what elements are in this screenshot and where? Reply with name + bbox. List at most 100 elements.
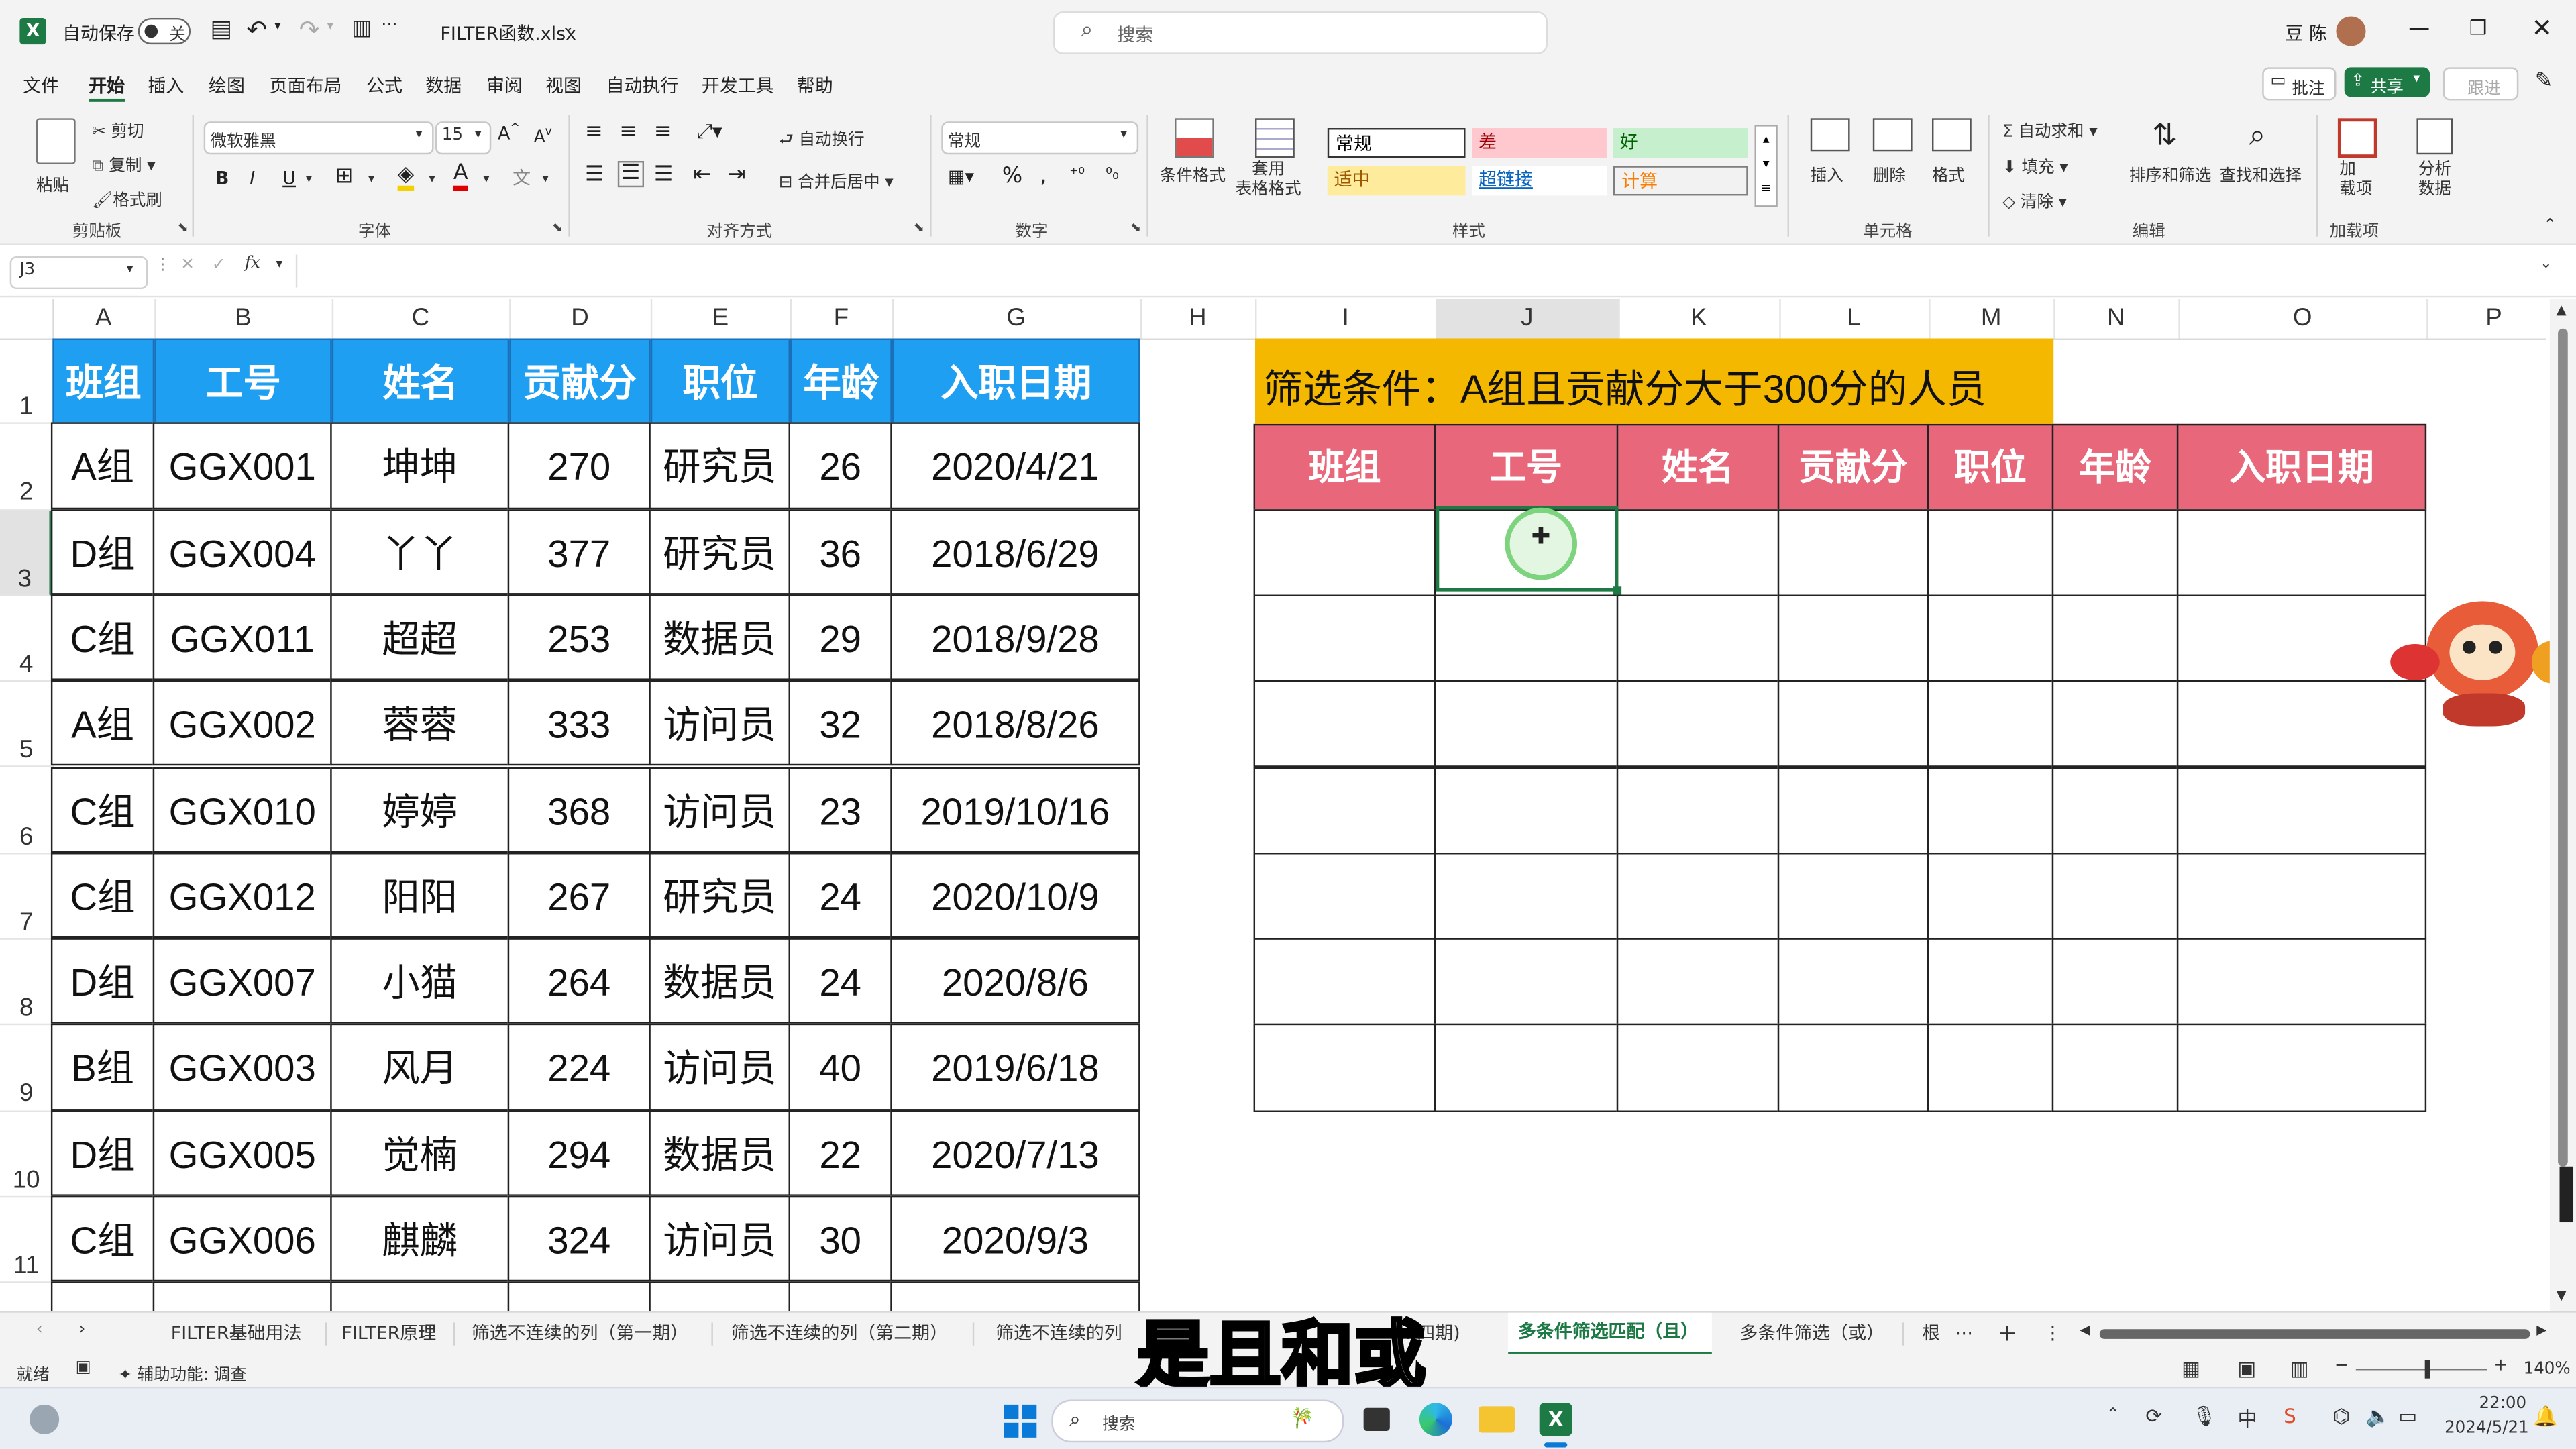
row-header-11[interactable]: 11 xyxy=(0,1197,53,1284)
menu-home[interactable]: 开始 xyxy=(89,72,125,99)
row-header-1[interactable]: 1 xyxy=(0,338,53,425)
addins-button[interactable]: 加 载项 xyxy=(2330,118,2382,210)
style-hyperlink[interactable]: 超链接 xyxy=(1472,166,1607,196)
currency-icon[interactable]: ▦▾ xyxy=(948,166,974,187)
merge-center-button[interactable]: ⊟ 合并后居中 ▾ xyxy=(779,168,894,193)
sort-filter-button[interactable]: ⇅ 排序和筛选 xyxy=(2129,118,2214,210)
scroll-down-icon[interactable]: ▼ xyxy=(2557,1288,2567,1303)
close-icon[interactable]: ✕ xyxy=(2532,13,2553,43)
fill-color-icon[interactable]: ◈ xyxy=(397,164,415,191)
page-layout-view-icon[interactable]: ▣ xyxy=(2238,1357,2257,1380)
phonetic-dropdown-icon[interactable]: ▾ xyxy=(542,171,549,186)
style-normal[interactable]: 常规 xyxy=(1327,128,1466,158)
start-windows-icon[interactable] xyxy=(1004,1404,1037,1438)
font-color-dropdown-icon[interactable]: ▾ xyxy=(483,171,490,186)
format-painter-button[interactable]: 🖌格式刷 xyxy=(92,186,162,211)
comments-button[interactable]: ▭ 批注 xyxy=(2262,67,2337,101)
autosum-button[interactable]: Σ 自动求和 ▾ xyxy=(2002,117,2097,142)
right-table-cell[interactable] xyxy=(2176,938,2427,1026)
filename-dropdown-icon[interactable]: ⌄ xyxy=(562,19,574,36)
number-launcher-icon[interactable]: ⬊ xyxy=(1130,220,1141,235)
right-table-cell[interactable] xyxy=(2176,594,2427,682)
right-table-cell[interactable] xyxy=(1777,680,1929,768)
row-header-8[interactable]: 8 xyxy=(0,940,53,1026)
right-table-cell[interactable] xyxy=(1253,852,1436,941)
right-table-cell[interactable] xyxy=(1616,508,1780,596)
vertical-scroll-thumb[interactable] xyxy=(2558,328,2568,1167)
bold-icon[interactable]: B xyxy=(215,168,229,189)
more-qat-icon[interactable]: ⋯ xyxy=(381,16,397,34)
menu-file[interactable]: 文件 xyxy=(23,72,59,99)
conditional-format-button[interactable]: 条件格式 xyxy=(1157,118,1229,210)
font-name-select[interactable]: 微软雅黑 ▾ xyxy=(203,121,434,155)
right-table-cell[interactable] xyxy=(1434,594,1619,682)
minimize-icon[interactable]: — xyxy=(2408,16,2430,41)
copilot-icon[interactable]: ✎ xyxy=(2535,69,2553,94)
right-table-cell[interactable] xyxy=(1777,1024,1929,1112)
style-bad[interactable]: 差 xyxy=(1472,128,1607,158)
tab-prev-icon[interactable]: ‹ xyxy=(36,1321,43,1339)
menu-view[interactable]: 视图 xyxy=(545,72,582,99)
right-table-cell[interactable] xyxy=(1616,594,1780,682)
right-table-cell[interactable] xyxy=(1253,594,1436,682)
column-header-d[interactable]: D xyxy=(509,299,653,339)
right-table-cell[interactable] xyxy=(2051,594,2179,682)
borders-dropdown-icon[interactable]: ▾ xyxy=(368,171,375,186)
row-header-4[interactable]: 4 xyxy=(0,596,53,682)
accessibility-status[interactable]: ✦ 辅助功能: 调查 xyxy=(118,1360,246,1385)
search-box[interactable]: ⌕ 搜索 xyxy=(1053,11,1548,54)
horizontal-scroll-thumb[interactable] xyxy=(2099,1329,2530,1339)
right-table-cell[interactable] xyxy=(2176,1024,2427,1112)
tab-more-icon[interactable]: ⋯ xyxy=(1955,1318,1973,1350)
right-table-cell[interactable] xyxy=(1777,938,1929,1026)
taskbar-search[interactable]: ⌕ 搜索 🎋 xyxy=(1051,1399,1344,1443)
right-table-cell[interactable] xyxy=(2051,766,2179,854)
font-launcher-icon[interactable]: ⬊ xyxy=(552,220,563,235)
row-header-2[interactable]: 2 xyxy=(0,425,53,511)
expand-formula-icon[interactable]: ⌄ xyxy=(2540,256,2552,272)
column-header-h[interactable]: H xyxy=(1140,299,1257,339)
italic-icon[interactable]: I xyxy=(250,168,255,189)
column-header-k[interactable]: K xyxy=(1618,299,1781,339)
fill-handle[interactable] xyxy=(1613,586,1622,595)
right-table-cell[interactable] xyxy=(1616,766,1780,854)
column-header-a[interactable]: A xyxy=(52,299,156,339)
right-table-cell[interactable] xyxy=(1616,852,1780,941)
cancel-icon[interactable]: ✕ xyxy=(180,256,195,274)
clock-date[interactable]: 2024/5/21 xyxy=(2445,1419,2529,1438)
right-table-cell[interactable] xyxy=(2176,508,2427,596)
page-break-view-icon[interactable]: ▥ xyxy=(2290,1357,2309,1380)
borders-icon[interactable]: ⊞ xyxy=(335,164,354,189)
row-header-10[interactable]: 10 xyxy=(0,1112,53,1198)
zoom-in-icon[interactable]: + xyxy=(2494,1357,2508,1375)
decrease-decimal-icon[interactable]: ⁰₀ xyxy=(1106,166,1119,184)
table-format-button[interactable]: 套用 表格格式 xyxy=(1232,118,1318,210)
select-all-corner[interactable] xyxy=(0,299,54,339)
menu-developer[interactable]: 开发工具 xyxy=(702,72,774,99)
right-table-cell[interactable] xyxy=(1777,508,1929,596)
column-header-e[interactable]: E xyxy=(651,299,792,339)
right-table-cell[interactable] xyxy=(1777,852,1929,941)
column-header-c[interactable]: C xyxy=(332,299,511,339)
column-header-m[interactable]: M xyxy=(1929,299,2055,339)
app-tray-icon[interactable]: S xyxy=(2284,1405,2296,1428)
right-table-cell[interactable] xyxy=(1434,680,1619,768)
paste-button[interactable]: 粘贴 xyxy=(30,115,82,203)
column-header-l[interactable]: L xyxy=(1779,299,1931,339)
collapse-ribbon-icon[interactable]: ⌃ xyxy=(2543,217,2557,235)
underline-icon[interactable]: U xyxy=(282,168,296,189)
style-calculation[interactable]: 计算 xyxy=(1613,166,1748,196)
right-table-cell[interactable] xyxy=(2176,852,2427,941)
right-table-cell[interactable] xyxy=(1927,1024,2054,1112)
row-header-7[interactable]: 7 xyxy=(0,854,53,941)
increase-indent-icon[interactable]: ⇥ xyxy=(728,162,746,187)
file-explorer-icon[interactable] xyxy=(1479,1406,1515,1433)
align-center-icon[interactable]: ☰ xyxy=(617,161,644,188)
column-header-i[interactable]: I xyxy=(1255,299,1438,339)
right-table-cell[interactable] xyxy=(1253,508,1436,596)
cut-button[interactable]: ✂ 剪切 xyxy=(92,117,144,142)
add-sheet-icon[interactable]: + xyxy=(1998,1318,2017,1350)
tab-next-icon[interactable]: › xyxy=(79,1321,86,1339)
delete-cells-button[interactable]: 删除 xyxy=(1863,118,1922,210)
zoom-slider[interactable] xyxy=(2355,1360,2487,1379)
